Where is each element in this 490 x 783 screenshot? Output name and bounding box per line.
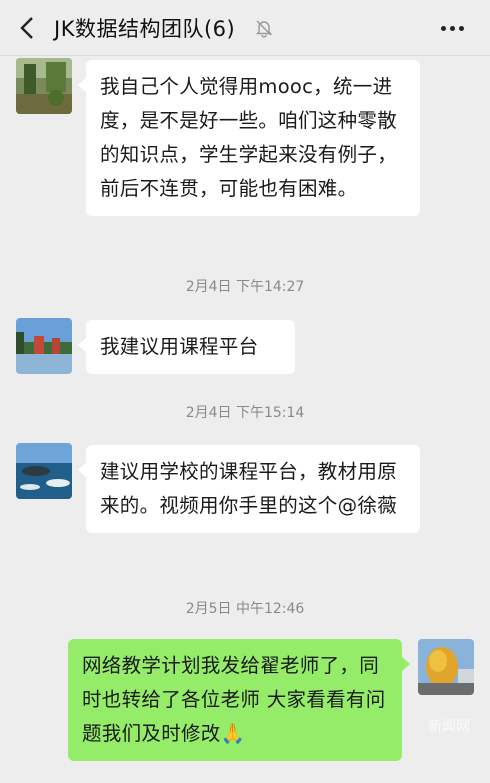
avatar[interactable] — [16, 58, 72, 114]
message-bubble[interactable]: 我建议用课程平台 — [78, 320, 295, 374]
message-text: 我自己个人觉得用mooc，统一进度，是不是好一些。咱们这种零散的知识点，学生学起… — [100, 75, 398, 200]
chat-title: JK数据结构团队(6) — [54, 17, 236, 41]
avatar[interactable] — [16, 318, 72, 374]
timestamp: 2月5日 中午12:46 — [185, 601, 305, 617]
more-dots-icon — [440, 25, 446, 31]
message-text: 我建议用课程平台 — [100, 335, 259, 358]
chevron-left-icon — [20, 17, 33, 39]
timestamp: 2月4日 下午14:27 — [185, 279, 305, 295]
message-bubble[interactable]: 网络教学计划我发给翟老师了，同时也转给了各位老师 大家看看有问题我们及时修改🙏 — [68, 639, 410, 761]
message-text: 建议用学校的课程平台，教材用原来的。视频用你手里的这个@徐薇 — [100, 460, 398, 517]
message-bubble[interactable]: 建议用学校的课程平台，教材用原来的。视频用你手里的这个@徐薇 — [78, 445, 420, 533]
timestamp: 2月4日 下午15:14 — [185, 405, 305, 421]
watermark: 新闻网 — [428, 719, 470, 735]
avatar[interactable] — [418, 639, 474, 695]
back-button[interactable] — [14, 14, 40, 42]
chat-header: JK数据结构团队(6) — [0, 0, 490, 56]
avatar[interactable] — [16, 443, 72, 499]
message-bubble[interactable]: 我自己个人觉得用mooc，统一进度，是不是好一些。咱们这种零散的知识点，学生学起… — [78, 60, 420, 216]
more-button[interactable] — [436, 16, 468, 40]
message-text: 网络教学计划我发给翟老师了，同时也转给了各位老师 大家看看有问题我们及时修改🙏 — [82, 654, 386, 745]
bell-off-icon — [254, 18, 274, 38]
